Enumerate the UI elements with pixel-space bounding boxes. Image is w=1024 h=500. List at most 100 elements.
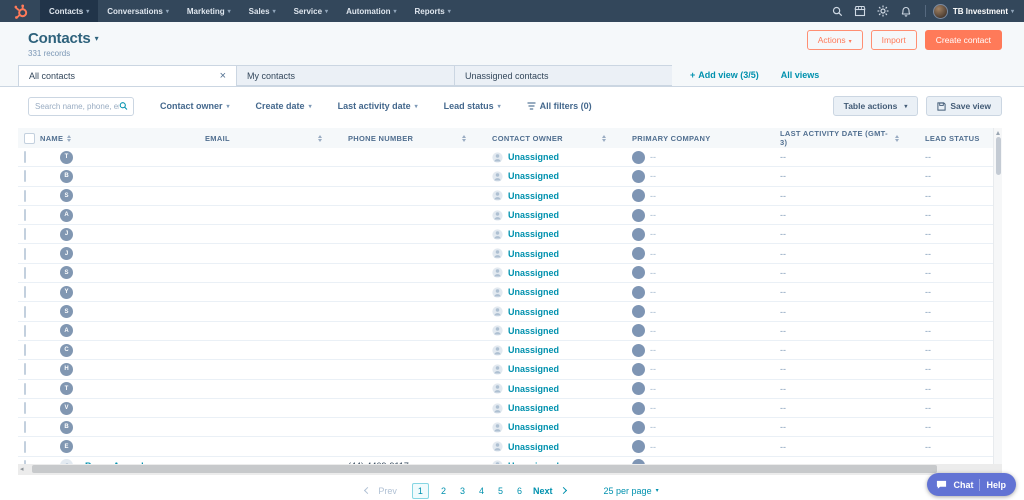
tab-unassigned-contacts[interactable]: Unassigned contacts	[454, 65, 672, 86]
next-page-button[interactable]: Next	[533, 486, 553, 496]
owner-link[interactable]: Unassigned	[508, 364, 559, 374]
column-header-contact-owner[interactable]: CONTACT OWNER	[492, 128, 632, 148]
row-checkbox[interactable]	[24, 402, 26, 414]
page-button-2[interactable]: 2	[441, 486, 446, 496]
hubspot-logo[interactable]	[0, 0, 40, 22]
owner-link[interactable]: Unassigned	[508, 403, 559, 413]
horizontal-scrollbar[interactable]: ◂	[18, 464, 1002, 475]
row-checkbox[interactable]	[24, 228, 26, 240]
column-header-name[interactable]: NAME	[40, 128, 205, 148]
row-checkbox[interactable]	[24, 190, 26, 202]
company-cell: --	[632, 247, 780, 260]
owner-link[interactable]: Unassigned	[508, 249, 559, 259]
search-icon[interactable]	[826, 0, 849, 22]
owner-link[interactable]: Unassigned	[508, 422, 559, 432]
filter-contact-owner[interactable]: Contact owner▾	[160, 101, 230, 111]
owner-cell: Unassigned	[492, 403, 632, 414]
owner-link[interactable]: Unassigned	[508, 268, 559, 278]
owner-link[interactable]: Unassigned	[508, 210, 559, 220]
row-checkbox[interactable]	[24, 248, 26, 260]
search-input[interactable]	[35, 102, 119, 111]
search-icon[interactable]	[119, 101, 128, 111]
owner-link[interactable]: Unassigned	[508, 191, 559, 201]
column-header-phone[interactable]: PHONE NUMBER	[348, 128, 492, 148]
table-actions-button[interactable]: Table actions▾	[833, 96, 919, 116]
row-checkbox[interactable]	[24, 209, 26, 221]
table-row: Y Unassigned -- -- --	[18, 283, 993, 302]
prev-page-button[interactable]: Prev	[378, 486, 397, 496]
gear-icon[interactable]	[872, 0, 895, 22]
actions-button[interactable]: Actions▾	[807, 30, 863, 50]
page-button-5[interactable]: 5	[498, 486, 503, 496]
filter-last-activity-date[interactable]: Last activity date▾	[338, 101, 418, 111]
nav-item-service[interactable]: Service▾	[285, 0, 337, 22]
add-view-link[interactable]: +Add view (3/5)	[690, 70, 759, 80]
company-value: --	[650, 364, 656, 374]
nav-item-contacts[interactable]: Contacts▾	[40, 0, 98, 22]
owner-link[interactable]: Unassigned	[508, 326, 559, 336]
column-header-last-activity[interactable]: LAST ACTIVITY DATE (GMT-3)	[780, 128, 925, 148]
scroll-up-arrow-icon[interactable]	[996, 131, 1000, 135]
page-button-4[interactable]: 4	[479, 486, 484, 496]
owner-link[interactable]: Unassigned	[508, 229, 559, 239]
chat-button[interactable]: Chat	[953, 480, 973, 490]
per-page-select[interactable]: 25 per page▾	[604, 486, 659, 496]
bell-icon[interactable]	[895, 0, 918, 22]
row-checkbox[interactable]	[24, 286, 26, 298]
nav-item-conversations[interactable]: Conversations▾	[98, 0, 178, 22]
column-header-lead-status[interactable]: LEAD STATUS	[925, 128, 993, 148]
company-cell: --	[632, 266, 780, 279]
filter-create-date[interactable]: Create date▾	[256, 101, 312, 111]
nav-item-automation[interactable]: Automation▾	[337, 0, 405, 22]
row-checkbox[interactable]	[24, 267, 26, 279]
row-checkbox[interactable]	[24, 344, 26, 356]
row-checkbox[interactable]	[24, 325, 26, 337]
pagination: Prev 1 2 3 4 5 6 Next 25 per page▾	[0, 475, 1024, 499]
chevron-left-icon[interactable]	[364, 487, 371, 494]
company-value: --	[650, 191, 656, 201]
row-checkbox[interactable]	[24, 170, 26, 182]
column-header-email[interactable]: EMAIL	[205, 128, 348, 148]
account-menu[interactable]: TB Investment ▾	[953, 7, 1014, 16]
close-icon[interactable]: ×	[220, 71, 226, 82]
owner-link[interactable]: Unassigned	[508, 171, 559, 181]
tab-my-contacts[interactable]: My contacts	[236, 65, 454, 86]
row-checkbox[interactable]	[24, 383, 26, 395]
all-views-link[interactable]: All views	[781, 70, 820, 80]
scroll-left-arrow-icon[interactable]: ◂	[20, 466, 24, 473]
tab-all-contacts[interactable]: All contacts ×	[18, 65, 236, 87]
row-checkbox[interactable]	[24, 151, 26, 163]
page-button-3[interactable]: 3	[460, 486, 465, 496]
page-button-1[interactable]: 1	[412, 483, 429, 499]
create-contact-button[interactable]: Create contact	[925, 30, 1002, 50]
row-checkbox[interactable]	[24, 363, 26, 375]
vertical-scrollbar-thumb[interactable]	[996, 137, 1001, 175]
all-filters-button[interactable]: All filters (0)	[527, 101, 592, 111]
nav-item-sales[interactable]: Sales▾	[240, 0, 285, 22]
owner-link[interactable]: Unassigned	[508, 384, 559, 394]
row-checkbox[interactable]	[24, 306, 26, 318]
import-button[interactable]: Import	[871, 30, 917, 50]
page-button-6[interactable]: 6	[517, 486, 522, 496]
nav-item-marketing[interactable]: Marketing▾	[178, 0, 240, 22]
owner-link[interactable]: Unassigned	[508, 287, 559, 297]
title-dropdown-icon[interactable]: ▾	[95, 34, 99, 43]
filter-lead-status[interactable]: Lead status▾	[444, 101, 501, 111]
company-cell: --	[632, 228, 780, 241]
user-avatar[interactable]	[933, 4, 948, 19]
owner-link[interactable]: Unassigned	[508, 307, 559, 317]
chevron-right-icon[interactable]	[559, 487, 566, 494]
owner-link[interactable]: Unassigned	[508, 442, 559, 452]
row-checkbox[interactable]	[24, 421, 26, 433]
select-all-checkbox[interactable]	[24, 133, 35, 144]
help-button[interactable]: Help	[986, 480, 1006, 490]
owner-link[interactable]: Unassigned	[508, 345, 559, 355]
marketplace-icon[interactable]	[849, 0, 872, 22]
horizontal-scrollbar-thumb[interactable]	[32, 465, 937, 473]
column-header-primary-company[interactable]: PRIMARY COMPANY	[632, 128, 780, 148]
save-view-button[interactable]: Save view	[926, 96, 1002, 116]
nav-item-reports[interactable]: Reports▾	[406, 0, 460, 22]
row-checkbox[interactable]	[24, 441, 26, 453]
owner-link[interactable]: Unassigned	[508, 152, 559, 162]
vertical-scrollbar[interactable]	[993, 128, 1002, 464]
